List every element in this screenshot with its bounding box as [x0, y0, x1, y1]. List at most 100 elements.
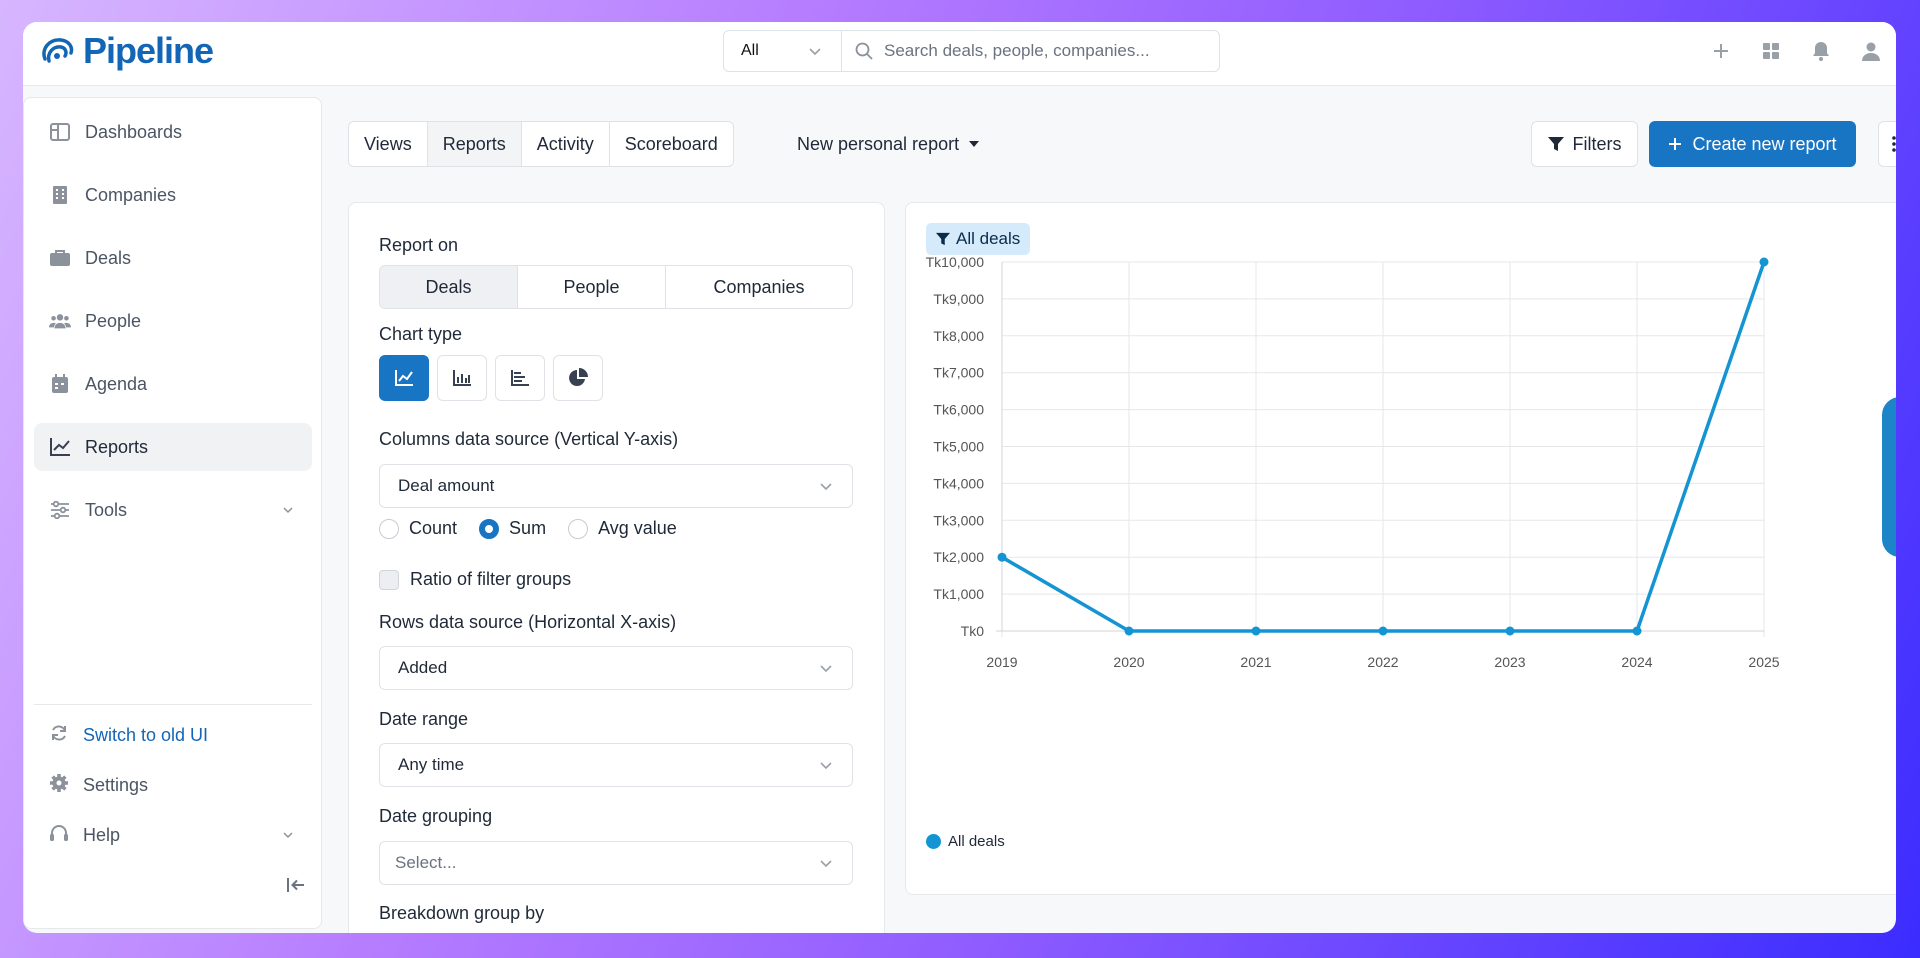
sidebar-item-dashboards[interactable]: Dashboards — [34, 108, 312, 156]
building-icon — [49, 184, 71, 206]
search-input[interactable]: Search deals, people, companies... — [842, 31, 1219, 71]
radio-count[interactable]: Count — [379, 518, 457, 539]
sidebar-item-label: Agenda — [85, 373, 148, 394]
radio-circle — [379, 518, 399, 539]
sidebar-item-tools[interactable]: Tools — [34, 486, 312, 534]
radio-label: Sum — [509, 518, 547, 538]
app-window: Pipeline All Search deals, people, compa… — [23, 22, 1896, 933]
sidebar-nav: Dashboards Companies Deals People Agenda… — [34, 108, 312, 549]
chevron-down-icon — [809, 48, 821, 56]
search-icon — [855, 42, 873, 60]
chart-legend[interactable]: All deals — [926, 833, 1005, 850]
x-tick-label: 2019 — [986, 654, 1017, 670]
report-on-companies[interactable]: Companies — [666, 266, 852, 308]
sidebar-item-reports[interactable]: Reports — [34, 423, 312, 471]
y-tick-label: Tk9,000 — [933, 291, 984, 307]
refresh-icon — [49, 723, 69, 748]
add-icon[interactable] — [1696, 36, 1746, 66]
brand-name: Pipeline — [83, 30, 214, 71]
data-point — [1759, 257, 1769, 267]
sidebar-item-label: Help — [83, 824, 121, 845]
data-point — [1378, 626, 1388, 636]
x-tick-label: 2024 — [1621, 654, 1652, 670]
y-tick-label: Tk7,000 — [933, 365, 984, 381]
y-tick-label: Tk2,000 — [933, 549, 984, 565]
calendar-icon — [49, 373, 71, 395]
report-on-people[interactable]: People — [518, 266, 666, 308]
bar-chart-icon — [511, 370, 529, 386]
columns-source-select[interactable]: Deal amount — [379, 464, 853, 508]
chart-type-label: Chart type — [379, 324, 463, 344]
tab-scoreboard[interactable]: Scoreboard — [610, 122, 733, 166]
data-point — [1251, 626, 1261, 636]
radio-sum[interactable]: Sum — [479, 518, 546, 539]
date-range-select[interactable]: Any time — [379, 743, 853, 787]
switch-old-ui-link[interactable]: Switch to old UI — [34, 710, 312, 760]
y-tick-label: Tk0 — [961, 623, 985, 639]
sidebar-bottom-nav: Switch to old UI Settings Help — [34, 710, 312, 860]
chevron-down-icon — [282, 500, 294, 521]
new-personal-report-dropdown[interactable]: New personal report — [797, 121, 980, 167]
ratio-label: Ratio of filter groups — [410, 569, 572, 589]
sidebar-item-label: Settings — [83, 774, 149, 795]
sidebar-item-label: Tools — [85, 499, 128, 520]
x-tick-label: 2022 — [1367, 654, 1398, 670]
collapse-sidebar-icon[interactable] — [286, 876, 306, 899]
line-chart: Tk0 Tk1,000 Tk2,000 Tk3,000 Tk4,000 Tk5,000 Tk… — [926, 254, 1780, 670]
radio-avg-value[interactable]: Avg value — [568, 518, 677, 539]
bell-icon[interactable] — [1796, 36, 1846, 66]
data-point — [1505, 626, 1515, 636]
search-scope-select[interactable]: All — [724, 31, 842, 71]
sidebar-item-label: Deals — [85, 247, 132, 268]
side-drawer-tab[interactable] — [1882, 397, 1896, 557]
chevron-down-icon — [820, 665, 832, 673]
user-avatar-icon[interactable] — [1846, 36, 1896, 66]
pie-chart-type-button[interactable] — [553, 355, 603, 401]
y-tick-label: Tk3,000 — [933, 512, 984, 528]
ratio-filter-groups-checkbox[interactable]: Ratio of filter groups — [379, 569, 571, 590]
chevron-down-icon — [820, 860, 832, 868]
line-chart-icon — [49, 436, 71, 458]
sidebar-item-agenda[interactable]: Agenda — [34, 360, 312, 408]
users-icon — [49, 310, 71, 332]
filters-button[interactable]: Filters — [1531, 121, 1638, 167]
x-tick-label: 2023 — [1494, 654, 1525, 670]
sidebar-item-deals[interactable]: Deals — [34, 234, 312, 282]
bar-chart-type-button[interactable] — [495, 355, 545, 401]
rows-source-select[interactable]: Added — [379, 646, 853, 690]
chart-panel: All deals Tk0 Tk1,000 Tk2,000 Tk3,000 Tk4,00… — [905, 202, 1896, 895]
apps-grid-icon[interactable] — [1746, 36, 1796, 66]
line-chart-type-button[interactable] — [379, 355, 429, 401]
tab-views[interactable]: Views — [349, 122, 428, 166]
logo[interactable]: Pipeline — [37, 30, 214, 72]
radio-label: Avg value — [598, 518, 677, 538]
x-tick-label: 2025 — [1748, 654, 1779, 670]
gear-icon — [49, 773, 69, 798]
sidebar-item-companies[interactable]: Companies — [34, 171, 312, 219]
report-on-deals[interactable]: Deals — [380, 266, 518, 308]
tab-activity[interactable]: Activity — [522, 122, 610, 166]
chevron-down-icon — [820, 762, 832, 770]
legend-label: All deals — [948, 833, 1005, 850]
date-grouping-label: Date grouping — [379, 806, 493, 826]
create-new-report-button[interactable]: Create new report — [1649, 121, 1856, 167]
column-chart-icon — [453, 370, 471, 386]
pipeline-logo-icon — [42, 38, 74, 63]
report-tabs: Views Reports Activity Scoreboard — [348, 121, 734, 167]
sidebar-item-settings[interactable]: Settings — [34, 760, 312, 810]
data-point — [1632, 626, 1642, 636]
headset-icon — [49, 823, 69, 848]
date-grouping-placeholder: Select... — [395, 853, 457, 872]
x-tick-label: 2020 — [1113, 654, 1144, 670]
sidebar-item-help[interactable]: Help — [34, 810, 312, 860]
sidebar-item-people[interactable]: People — [34, 297, 312, 345]
tab-reports[interactable]: Reports — [427, 122, 522, 166]
sidebar-item-label: Companies — [85, 184, 177, 205]
columns-source-label: Columns data source (Vertical Y-axis) — [379, 429, 679, 449]
date-grouping-select[interactable]: Select... — [379, 841, 853, 885]
y-tick-label: Tk6,000 — [933, 402, 984, 418]
column-chart-type-button[interactable] — [437, 355, 487, 401]
more-options-button[interactable] — [1878, 121, 1896, 167]
line-chart-icon — [395, 370, 413, 386]
y-tick-label: Tk10,000 — [926, 254, 985, 270]
